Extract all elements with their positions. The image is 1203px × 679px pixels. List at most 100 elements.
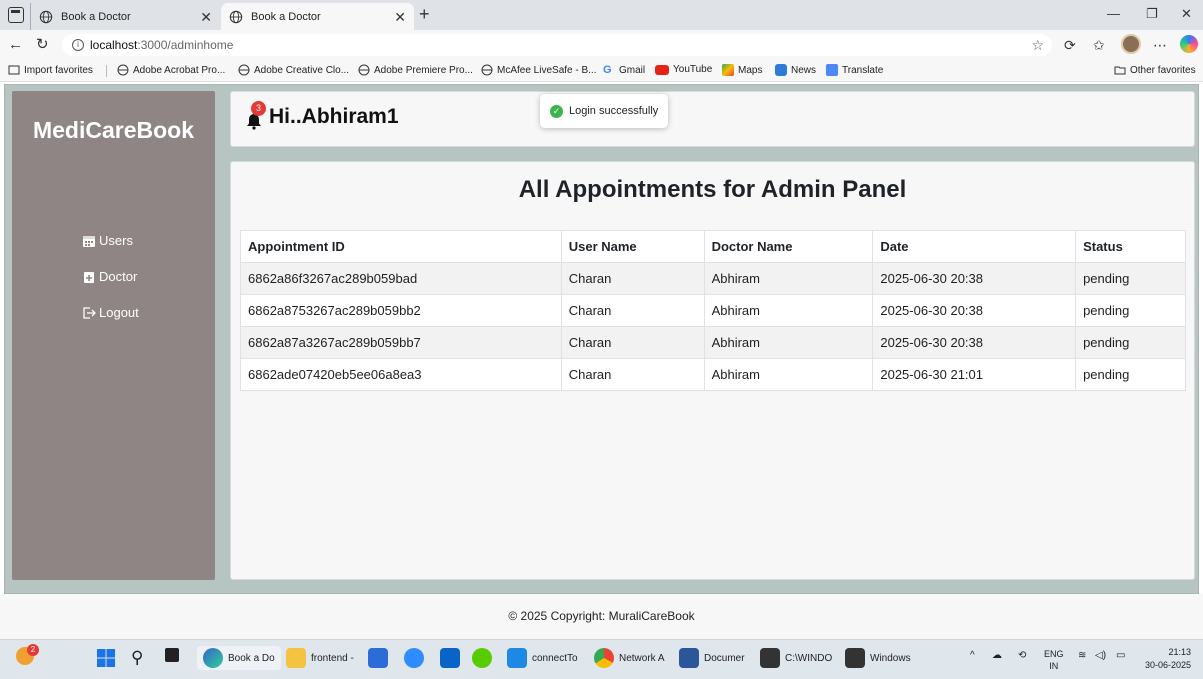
globe-icon	[229, 10, 243, 23]
taskbar-app-label: Book a Do	[228, 652, 275, 664]
profile-avatar[interactable]	[1121, 34, 1141, 54]
duolingo-icon	[472, 648, 492, 668]
tab-actions-icon[interactable]	[8, 7, 24, 23]
chevron-up-icon[interactable]: ^	[970, 650, 975, 661]
search-button[interactable]: ⚲	[131, 648, 143, 668]
taskbar-notification-badge: 2	[27, 644, 39, 656]
date-cell: 2025-06-30 21:01	[872, 358, 1077, 391]
fav-label: Adobe Creative Clo...	[254, 64, 350, 76]
site-info-icon[interactable]: i	[72, 39, 84, 51]
tab-title: Book a Doctor	[251, 10, 321, 23]
close-tab-icon[interactable]: ✕	[200, 10, 212, 24]
system-clock[interactable]: 21:13 30-06-2025	[1145, 646, 1191, 672]
taskbar-app-outlook[interactable]	[440, 648, 460, 668]
new-tab-icon[interactable]: +	[419, 4, 430, 24]
favorite-star-icon[interactable]: ☆	[1031, 37, 1044, 54]
table-row: 6862a86f3267ac289b059bad Charan Abhiram …	[240, 262, 1186, 295]
brand-title: MediCareBook	[32, 117, 195, 143]
sidebar-item-users[interactable]: Users	[82, 233, 133, 248]
restore-icon[interactable]: ❐	[1146, 6, 1158, 22]
favorites-icon[interactable]: ✩	[1093, 37, 1105, 53]
folder-icon	[1114, 66, 1126, 75]
fav-gmail[interactable]: G Gmail	[603, 64, 645, 76]
user-name-cell: Charan	[560, 326, 705, 359]
taskbar-app-duolingo[interactable]	[472, 648, 492, 668]
page-footer: © 2025 Copyright: MuraliCareBook	[0, 594, 1203, 639]
sidebar: MediCareBook Users Doctor Logout	[12, 91, 215, 580]
table-row: 6862ade07420eb5ee06a8ea3 Charan Abhiram …	[240, 358, 1186, 391]
doctor-name-cell: Abhiram	[703, 358, 874, 391]
appointment-id-cell: 6862a8753267ac289b059bb2	[240, 294, 562, 327]
terminal-icon	[760, 648, 780, 668]
maps-icon	[722, 64, 734, 76]
taskbar-app-chrome[interactable]: Network A	[594, 648, 665, 668]
browser-tab-1[interactable]: Book a Doctor ✕	[30, 3, 220, 30]
browser-tab-2-active[interactable]: Book a Doctor ✕	[221, 3, 414, 30]
appointment-id-cell: 6862ade07420eb5ee06a8ea3	[240, 358, 562, 391]
terminal-icon	[845, 648, 865, 668]
greeting-text: Hi..Abhiram1	[269, 105, 399, 128]
sync-icon[interactable]: ⟲	[1018, 650, 1026, 661]
refresh-icon[interactable]: ↻	[36, 37, 49, 53]
taskbar-app-cmd[interactable]: C:\WINDO	[760, 648, 832, 668]
appointments-table: Appointment ID User Name Doctor Name Dat…	[240, 230, 1186, 391]
minimize-icon[interactable]: —	[1107, 6, 1120, 22]
taskbar-app-browser[interactable]: Book a Do	[197, 646, 281, 670]
taskbar-app-explorer[interactable]: frontend -	[286, 648, 354, 668]
toast-message: Login successfully	[569, 105, 659, 117]
taskbar-app-terminal[interactable]: Windows	[845, 648, 911, 668]
folder-icon	[286, 648, 306, 668]
url-input[interactable]: i localhost:3000/adminhome ☆	[62, 34, 1052, 56]
fav-creative-cloud[interactable]: Adobe Creative Clo...	[238, 64, 349, 76]
appointments-card: All Appointments for Admin Panel Appoint…	[230, 161, 1195, 580]
close-tab-icon[interactable]: ✕	[394, 10, 406, 24]
column-header-appointment-id: Appointment ID	[240, 230, 562, 263]
fav-acrobat[interactable]: Adobe Acrobat Pro...	[117, 64, 225, 76]
sidebar-item-doctor[interactable]: Doctor	[82, 269, 137, 284]
column-header-date: Date	[872, 230, 1077, 263]
translate-icon	[826, 64, 838, 76]
logout-icon	[83, 306, 96, 319]
url-path: :3000/adminhome	[137, 38, 234, 52]
user-name-cell: Charan	[560, 262, 705, 295]
word-icon	[679, 648, 699, 668]
fav-youtube[interactable]: YouTube	[655, 64, 712, 75]
fav-translate[interactable]: Translate	[826, 64, 883, 76]
login-toast[interactable]: ✓ Login successfully	[540, 94, 669, 128]
taskbar-app-vscode[interactable]: connectTo	[507, 648, 578, 668]
taskbar-app-label: Windows	[870, 652, 911, 664]
copilot-icon[interactable]	[1180, 35, 1198, 53]
import-icon	[8, 65, 20, 75]
more-icon[interactable]: ⋯	[1153, 37, 1167, 53]
fav-mcafee[interactable]: McAfee LiveSafe - B...	[481, 64, 597, 76]
fav-label: YouTube	[673, 64, 713, 75]
clock-time: 21:13	[1168, 647, 1191, 657]
other-favorites[interactable]: Other favorites	[1114, 64, 1196, 76]
volume-icon[interactable]: ◁)	[1095, 650, 1106, 661]
store-icon	[368, 648, 388, 668]
fav-label: McAfee LiveSafe - B...	[497, 64, 597, 76]
wifi-icon[interactable]: ≋	[1078, 650, 1086, 661]
language-indicator[interactable]: ENG IN	[1044, 648, 1064, 672]
start-button[interactable]	[96, 648, 116, 668]
back-icon[interactable]: ←	[8, 37, 23, 53]
taskbar-app-store[interactable]	[368, 648, 388, 668]
taskbar-app-label: Network A	[619, 652, 665, 664]
battery-icon[interactable]: ▭	[1116, 650, 1125, 661]
fav-premiere[interactable]: Adobe Premiere Pro...	[358, 64, 473, 76]
fav-news[interactable]: News	[775, 64, 816, 76]
extensions-icon[interactable]: ⟳	[1064, 37, 1076, 53]
fav-label: Gmail	[619, 64, 646, 76]
sidebar-item-logout[interactable]: Logout	[82, 305, 139, 320]
fav-maps[interactable]: Maps	[722, 64, 762, 76]
taskbar-app-word[interactable]: Documer	[679, 648, 745, 668]
taskbar-app-zoom[interactable]	[404, 648, 424, 668]
taskbar-app-label: frontend -	[311, 652, 354, 664]
fav-label: Translate	[842, 64, 884, 76]
window-close-icon[interactable]: ✕	[1181, 6, 1192, 22]
cloud-icon[interactable]: ☁	[992, 650, 1002, 661]
fav-import[interactable]: Import favorites	[8, 64, 93, 76]
address-bar-row: ← ↻ i localhost:3000/adminhome ☆ ⟳ ✩ ⋯	[0, 30, 1203, 60]
task-view-button[interactable]	[165, 648, 179, 662]
url-host: localhost	[90, 38, 138, 52]
